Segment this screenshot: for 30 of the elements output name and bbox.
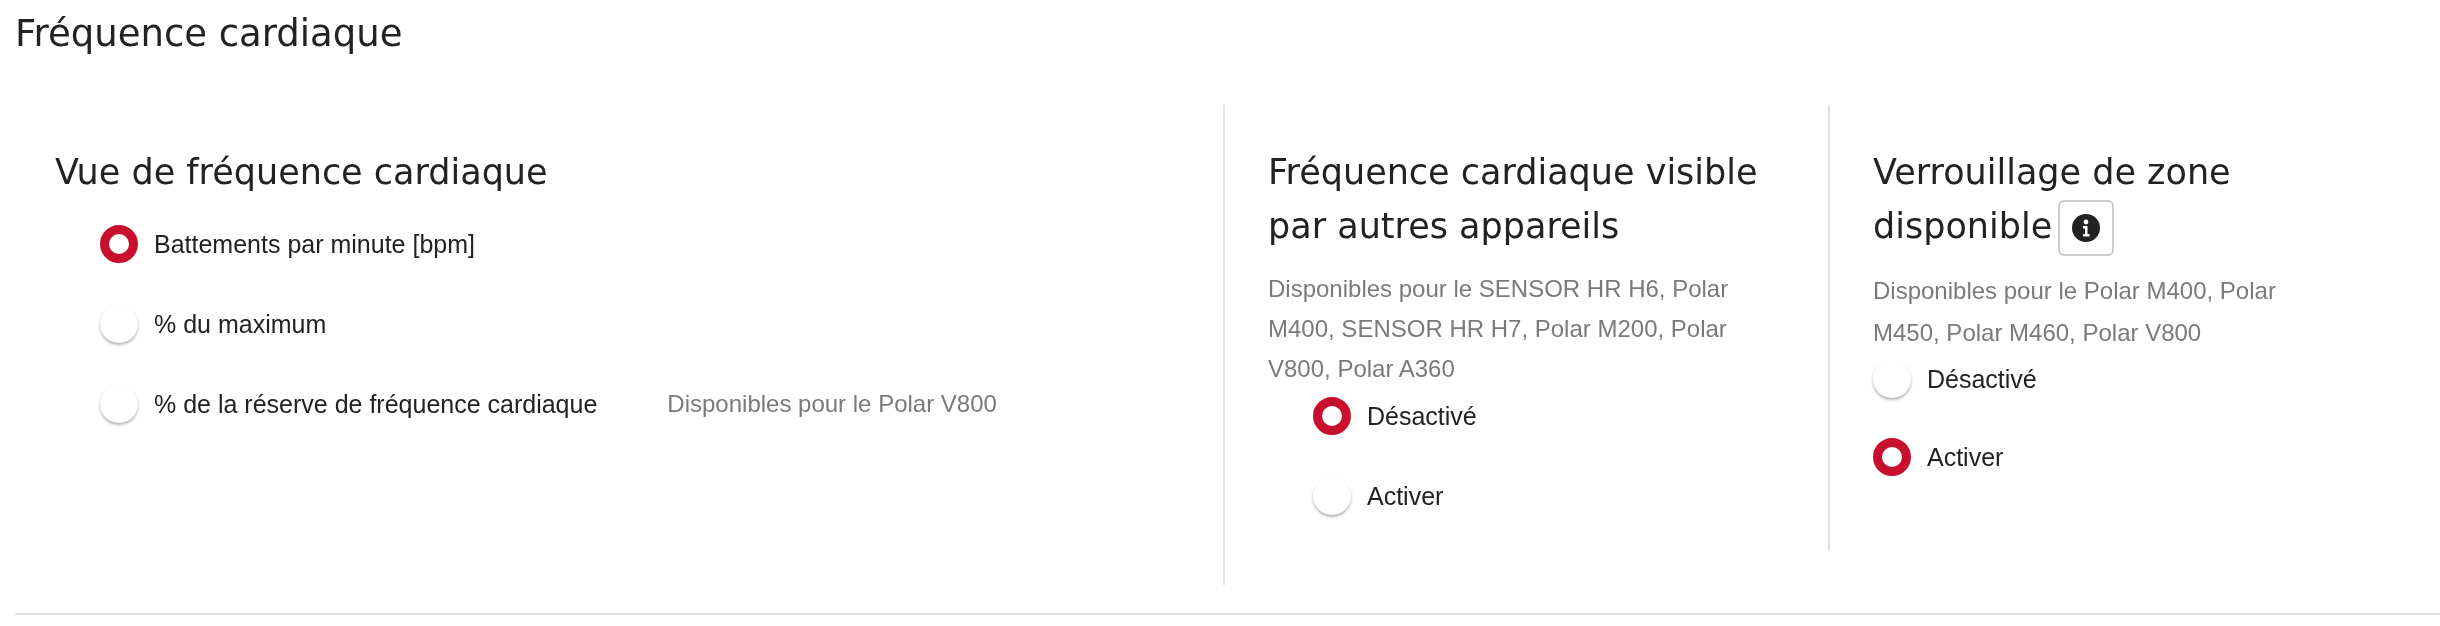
radio-button[interactable] xyxy=(100,305,138,343)
radio-button[interactable] xyxy=(1873,360,1911,398)
section-heading: Vue de fréquence cardiaque xyxy=(55,151,549,194)
radio-button[interactable] xyxy=(1313,397,1351,435)
radio-button[interactable] xyxy=(100,385,138,423)
radio-option[interactable]: Activer xyxy=(1873,438,2320,476)
section-heading: Verrouillage de zone disponible xyxy=(1873,145,2273,256)
section-heading: Fréquence cardiaque visible par autres appareils xyxy=(1268,151,1759,248)
availability-note: Disponibles pour le Polar M400, Polar M450, Polar M460, Polar V800 xyxy=(1873,276,2277,348)
radio-button[interactable] xyxy=(1873,438,1911,476)
option-label: Désactivé xyxy=(1367,401,1477,431)
radio-option[interactable]: Désactivé xyxy=(1313,397,1798,435)
availability-note: Disponibles pour le Polar V800 xyxy=(667,390,997,418)
option-label: % du maximum xyxy=(154,309,327,339)
radio-option[interactable]: Désactivé xyxy=(1873,360,2320,398)
info-button[interactable] xyxy=(2058,200,2115,256)
radio-option[interactable]: Battements par minute [bpm] xyxy=(100,225,1193,263)
option-label: Activer xyxy=(1367,481,1444,511)
radio-option[interactable]: Activer xyxy=(1313,477,1798,515)
option-label: Désactivé xyxy=(1927,364,2037,394)
option-label: Battements par minute [bpm] xyxy=(154,229,475,259)
radio-button[interactable] xyxy=(1313,477,1351,515)
info-icon xyxy=(2072,214,2101,242)
radio-option[interactable]: % du maximum xyxy=(100,305,1193,343)
radio-option[interactable]: % de la réserve de fréquence cardiaque xyxy=(100,385,598,423)
radio-button[interactable] xyxy=(100,225,138,263)
option-label: % de la réserve de fréquence cardiaque xyxy=(154,389,598,419)
availability-note: Disponibles pour le SENSOR HR H6, Polar M400, SENSOR HR H7, Polar M200, Polar V800, Polar A360 xyxy=(1268,274,1730,384)
option-label: Activer xyxy=(1927,442,2004,472)
page-title: Fréquence cardiaque xyxy=(14,11,403,55)
